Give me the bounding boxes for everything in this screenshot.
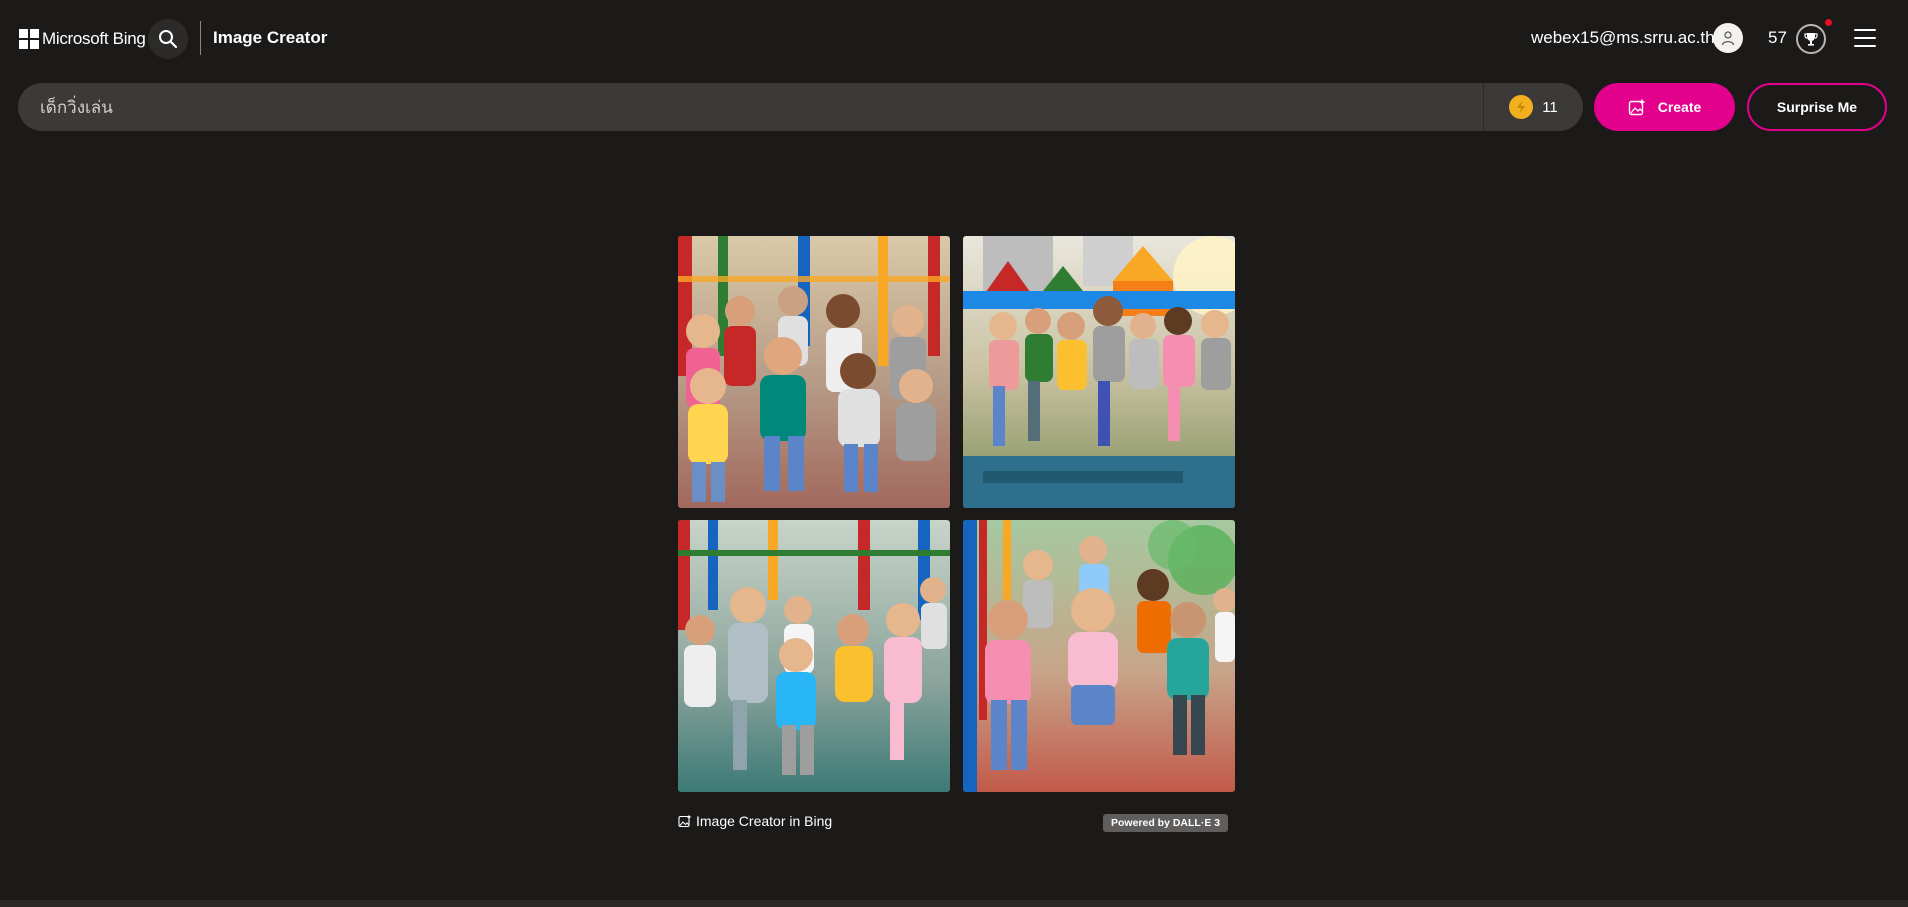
boosts-count: 11 <box>1542 98 1558 116</box>
boosts-indicator[interactable]: 11 <box>1483 83 1583 131</box>
generated-images-grid <box>678 236 1235 792</box>
search-button[interactable] <box>148 19 188 59</box>
generated-image-4[interactable] <box>963 520 1235 792</box>
user-avatar[interactable] <box>1713 23 1743 53</box>
brand-name: Microsoft Bing <box>42 29 146 48</box>
page-title[interactable]: Image Creator <box>213 28 327 48</box>
image-creator-page: Microsoft Bing Image Creator webex15@ms.… <box>0 0 1908 907</box>
user-email[interactable]: webex15@ms.srru.ac.th <box>1531 28 1715 48</box>
create-button[interactable]: Create <box>1594 83 1735 131</box>
create-image-icon <box>1628 98 1646 116</box>
prompt-input[interactable] <box>18 83 1483 131</box>
prompt-bar: 11 <box>18 83 1583 131</box>
top-header: Microsoft Bing Image Creator webex15@ms.… <box>0 0 1908 78</box>
menu-line <box>1854 37 1876 39</box>
image-creator-icon <box>678 814 692 828</box>
rewards-button[interactable] <box>1796 24 1826 54</box>
header-divider <box>200 21 201 55</box>
create-label: Create <box>1657 99 1702 115</box>
boost-coin-icon <box>1509 95 1534 119</box>
surprise-me-button[interactable]: Surprise Me <box>1747 83 1887 131</box>
generated-image-3[interactable] <box>678 520 950 792</box>
notification-dot <box>1825 19 1832 26</box>
search-icon <box>159 30 178 49</box>
hamburger-menu-button[interactable] <box>1854 29 1876 47</box>
footer-label-text: Image Creator in Bing <box>696 813 833 829</box>
menu-line <box>1854 45 1876 47</box>
rewards-points[interactable]: 57 <box>1768 28 1787 48</box>
image-creator-footer: Image Creator in Bing <box>678 813 832 829</box>
menu-line <box>1854 29 1876 31</box>
bottom-strip <box>0 900 1908 907</box>
powered-by-badge: Powered by DALL·E 3 <box>1103 814 1229 832</box>
generated-image-2[interactable] <box>963 236 1235 508</box>
generated-image-1[interactable] <box>678 236 950 508</box>
bing-logo[interactable]: Microsoft Bing <box>19 29 146 49</box>
user-avatar-icon <box>1721 31 1735 46</box>
surprise-label: Surprise Me <box>1776 99 1858 115</box>
microsoft-logo-icon <box>19 29 39 49</box>
rewards-trophy-icon <box>1804 33 1818 46</box>
